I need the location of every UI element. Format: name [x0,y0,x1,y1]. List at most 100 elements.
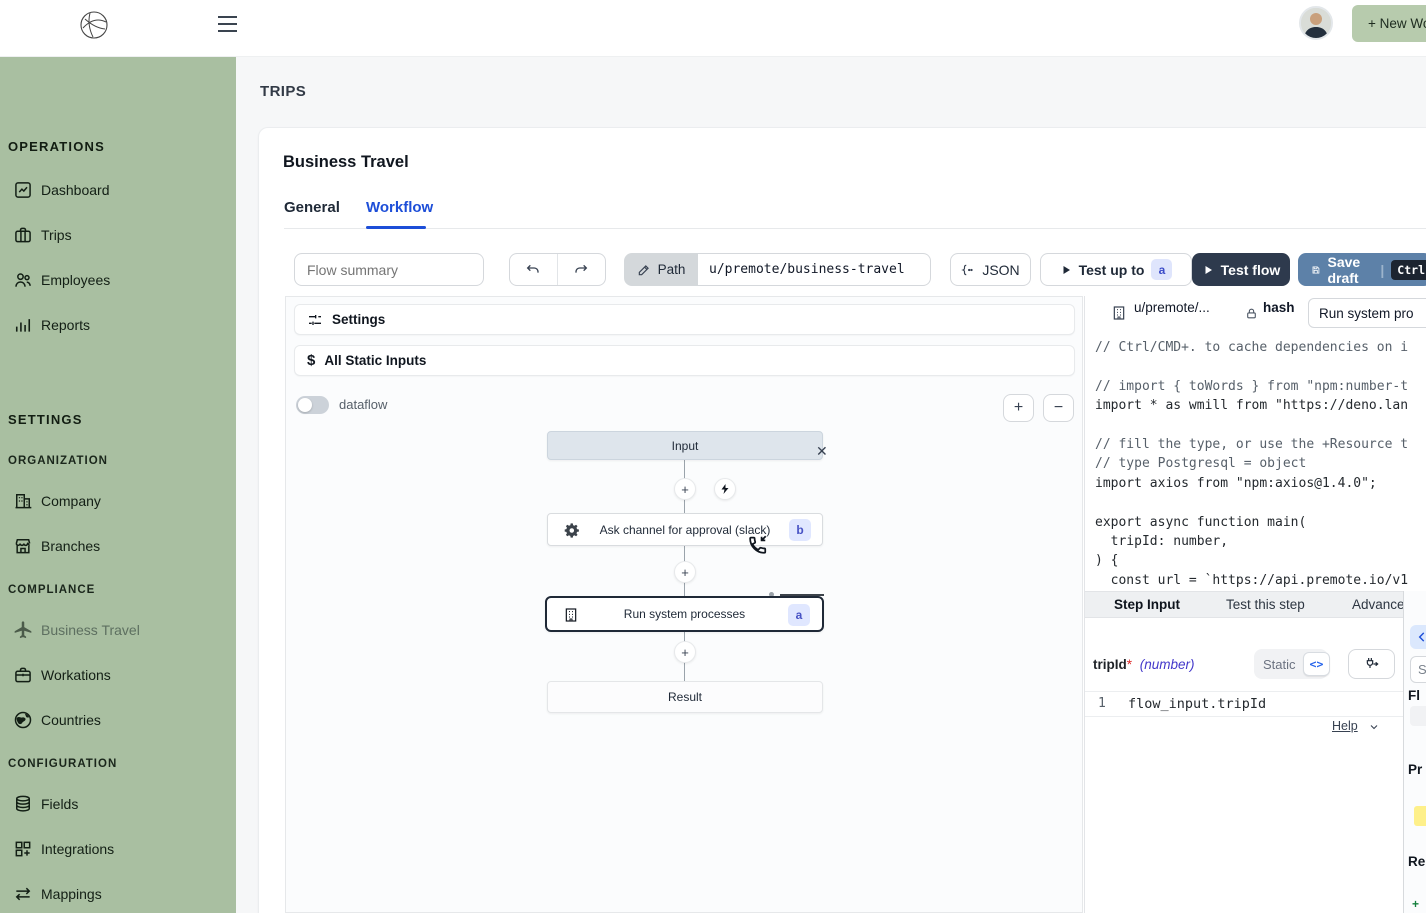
breadcrumb: TRIPS [260,83,306,100]
new-workflow-button[interactable]: + New Wor [1352,5,1426,42]
gear-icon [564,522,581,539]
plane-icon [13,620,33,640]
collapse-picker-button[interactable] [1410,625,1426,649]
suspend-phone-icon [746,534,768,556]
integrations-icon [13,839,33,859]
flow-settings-row[interactable]: Settings [294,304,1075,335]
employees-icon [13,270,33,290]
hash-tab[interactable]: hash [1263,300,1295,315]
line-number: 1 [1098,696,1106,711]
user-avatar[interactable] [1299,6,1333,40]
picker-highlight-chip[interactable] [1414,806,1426,826]
test-flow-button[interactable]: Test flow [1192,253,1290,286]
code-line: // import { toWords } from "npm:number-t [1095,377,1426,396]
undo-redo-group [509,253,606,286]
save-draft-button[interactable]: Save draft | Ctrl [1298,253,1426,286]
zoom-out-button[interactable]: − [1043,394,1074,422]
add-step-button[interactable]: + [674,561,696,583]
flow-node-result[interactable]: Result [547,681,823,713]
flow-node-run-system[interactable]: Run system processes a [545,596,824,632]
sidebar-item-workations[interactable]: Workations [0,661,236,691]
database-icon [13,794,33,814]
top-header: + New Wor [0,0,1426,57]
add-step-button[interactable]: + [674,478,696,500]
logo-icon [77,8,111,42]
sidebar-item-trips[interactable]: Trips [0,221,236,251]
shortcut-badge: Ctrl [1391,260,1426,280]
code-editor[interactable]: // Ctrl/CMD+. to cache dependencies on i… [1095,338,1426,590]
sidebar-item-business-travel[interactable]: Business Travel [0,616,236,646]
picker-section-previous[interactable]: Pr [1408,762,1422,777]
expression-editor[interactable]: 1 flow_input.tripId [1085,691,1403,717]
step-id-badge: b [789,519,811,541]
code-line: // Ctrl/CMD+. to cache dependencies on i [1095,338,1426,357]
dollar-icon: $ [307,352,315,369]
flow-node-input[interactable]: Input [547,431,823,460]
sidebar-item-integrations[interactable]: Integrations [0,835,236,865]
mappings-icon [13,884,33,904]
reports-icon [13,315,33,335]
picker-section-flow-input[interactable]: Fl [1408,688,1420,703]
page-title: Business Travel [283,153,409,172]
code-line: import * as wmill from "https://deno.lan [1095,396,1426,415]
tab-workflow[interactable]: Workflow [366,199,433,216]
add-step-button[interactable]: + [674,641,696,663]
sidebar-item-branches[interactable]: Branches [0,532,236,562]
briefcase-icon [13,225,33,245]
tab-test-this-step[interactable]: Test this step [1226,597,1305,612]
sidebar: OPERATIONS Dashboard Trips Employees Rep… [0,57,236,913]
sidebar-heading-settings: SETTINGS [8,412,83,427]
expr-mode-selected: <> [1303,652,1331,676]
undo-button[interactable] [510,254,558,285]
tab-general[interactable]: General [284,199,340,216]
sliders-icon [307,312,323,328]
sidebar-item-countries[interactable]: Countries [0,706,236,736]
sidebar-item-company[interactable]: Company [0,487,236,517]
trigger-bolt-button[interactable] [714,478,736,500]
path-input[interactable] [698,253,931,286]
hamburger-menu-icon[interactable] [218,16,237,32]
step-id-badge: a [788,604,810,626]
code-line [1095,357,1426,376]
flow-node-approval[interactable]: Ask channel for approval (slack) b [547,513,823,546]
dataflow-label: dataflow [339,397,387,412]
picker-search-input[interactable] [1410,656,1426,683]
redo-icon [573,262,589,278]
flow-canvas[interactable]: Settings $ All Static Inputs dataflow + … [285,296,1083,913]
code-line [1095,416,1426,435]
code-line: import axios from "npm:axios@1.4.0"; [1095,474,1426,493]
picker-add-icon[interactable]: + [1412,897,1419,911]
path-toggle-button[interactable]: Path [624,253,698,286]
all-static-inputs-row[interactable]: $ All Static Inputs [294,345,1075,376]
code-braces-icon [961,263,975,277]
sidebar-item-fields[interactable]: Fields [0,790,236,820]
redo-button[interactable] [558,254,606,285]
flow-summary-input[interactable] [294,253,484,286]
picker-value-chip[interactable] [1410,706,1426,726]
sidebar-item-dashboard[interactable]: Dashboard [0,176,236,206]
company-icon [13,491,33,511]
dataflow-toggle[interactable] [296,396,329,414]
input-mode-toggle[interactable]: Static <> [1254,649,1328,679]
sidebar-item-employees[interactable]: Employees [0,266,236,296]
picker-section-result[interactable]: Re [1408,854,1425,869]
sidebar-heading-operations: OPERATIONS [8,139,105,154]
step-badge: a [1151,259,1172,280]
test-up-to-button[interactable]: Test up to a [1040,253,1192,286]
script-path-tab[interactable]: u/premote/... [1134,300,1210,315]
connect-input-button[interactable] [1348,649,1395,679]
chevron-down-icon[interactable] [1368,721,1380,733]
step-name-input[interactable] [1308,298,1426,328]
path-group: Path [624,253,931,286]
help-link[interactable]: Help [1332,719,1358,733]
sidebar-item-mappings[interactable]: Mappings [0,880,236,910]
sidebar-subheading-compliance: COMPLIANCE [8,584,95,596]
tab-step-input[interactable]: Step Input [1114,597,1180,612]
zoom-in-button[interactable]: + [1003,394,1034,422]
json-button[interactable]: JSON [950,253,1031,286]
close-icon[interactable]: ✕ [816,443,828,460]
lock-icon [1245,307,1258,320]
field-type: (number) [1140,657,1195,672]
sidebar-item-reports[interactable]: Reports [0,311,236,341]
plug-arrow-icon [1364,656,1380,672]
